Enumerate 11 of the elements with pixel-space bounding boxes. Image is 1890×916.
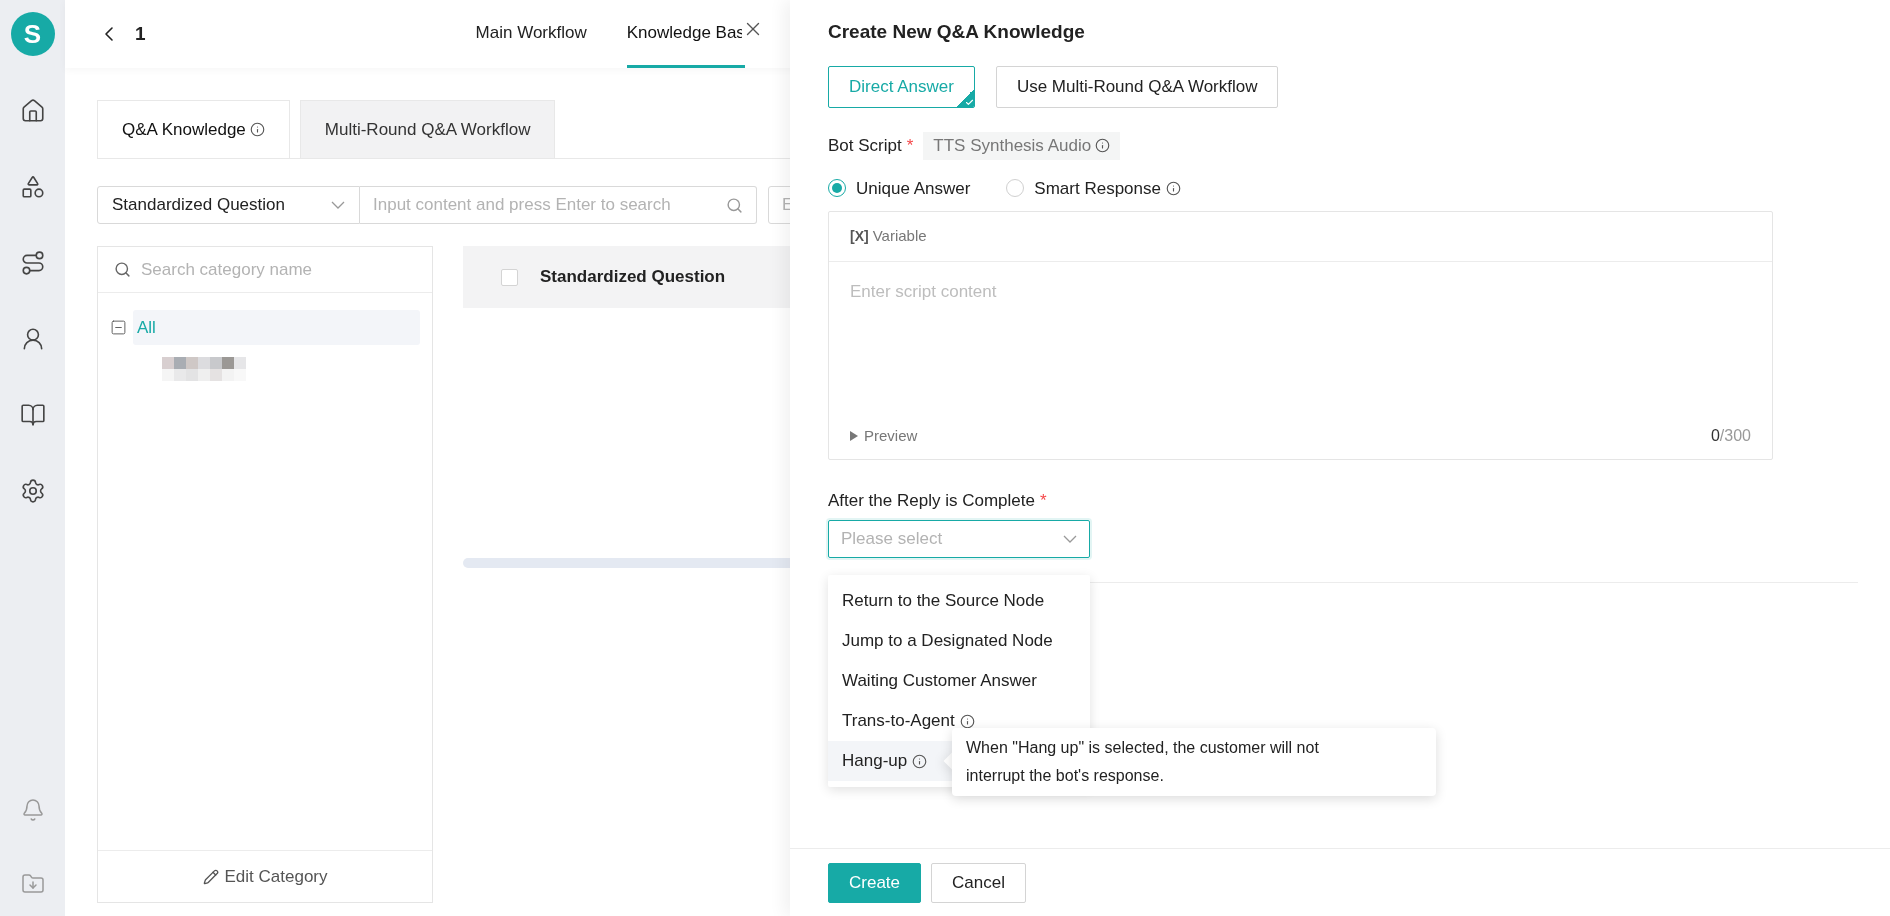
tooltip: When "Hang up" is selected, the customer will not interrupt the bot's response. [952,728,1436,796]
drawer-title: Create New Q&A Knowledge [828,20,1086,44]
column-header: Standardized Question [540,266,726,289]
required-mark: * [906,134,914,157]
page-title: 1 [135,21,146,46]
variable-icon: [X] [850,226,869,247]
editor-placeholder: Enter script content [850,282,997,301]
character-count: 0/300 [1710,426,1751,446]
required-mark: * [1039,490,1047,512]
field-label: After the Reply is Complete [828,490,1035,512]
field-label: Bot Script [828,134,902,157]
